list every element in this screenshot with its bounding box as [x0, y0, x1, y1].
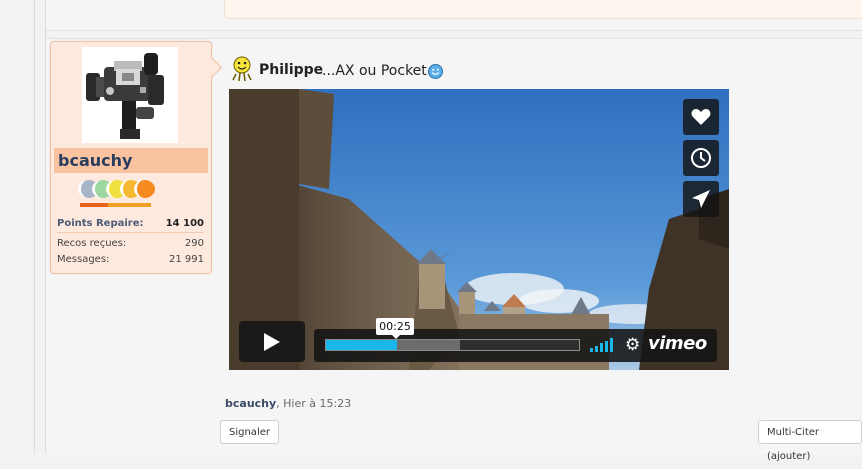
progress-bar[interactable]: [325, 339, 580, 351]
video-player[interactable]: ⚙ vimeo 00:25: [229, 89, 729, 370]
smile-emoji-icon: [428, 64, 443, 79]
previous-post-content: [224, 0, 862, 19]
stat-value: 14 100: [165, 218, 204, 229]
volume-bar: [590, 348, 593, 352]
rank-badge-icon: [134, 180, 155, 198]
gear-icon[interactable]: ⚙: [625, 336, 640, 354]
volume-bar: [595, 346, 598, 352]
stat-label: Points Repaire:: [57, 218, 144, 229]
share-button[interactable]: [683, 181, 719, 217]
like-button[interactable]: [683, 99, 719, 135]
volume-bar: [605, 341, 608, 352]
meta-author[interactable]: bcauchy: [225, 397, 276, 410]
post-author[interactable]: Philippe: [259, 62, 323, 78]
username[interactable]: bcauchy: [58, 151, 132, 170]
send-icon: [692, 190, 710, 208]
user-card: bcauchy Points Repaire: 14 100 Recos reç…: [50, 41, 212, 274]
stat-value: 290: [184, 238, 204, 249]
report-button[interactable]: Signaler: [220, 420, 279, 444]
volume-control[interactable]: [590, 338, 614, 352]
left-rail: [0, 0, 35, 454]
player-controls: ⚙ vimeo: [314, 329, 717, 362]
rank-bar: [108, 203, 123, 207]
username-bar: bcauchy: [54, 148, 208, 173]
multiquote-button[interactable]: Multi-Citer (ajouter): [758, 420, 862, 462]
vimeo-logo[interactable]: vimeo: [648, 333, 707, 354]
stat-points: Points Repaire: 14 100: [57, 218, 204, 229]
camera-avatar-image: [82, 47, 178, 143]
time-tooltip: 00:25: [376, 318, 414, 339]
avatar[interactable]: [82, 47, 178, 143]
stat-recos: Recos reçues: 290: [57, 238, 204, 249]
clock-icon: [691, 148, 711, 168]
stat-divider: [57, 232, 204, 233]
heart-icon: [691, 109, 711, 125]
stat-label: Recos reçues:: [57, 238, 127, 249]
dancing-smiley-icon: [230, 56, 254, 82]
stat-messages: Messages: 21 991: [57, 254, 204, 265]
post-date[interactable]: , Hier à 15:23: [276, 397, 351, 410]
rank-badges: [78, 180, 166, 210]
play-button[interactable]: [239, 321, 305, 362]
post-meta: bcauchy, Hier à 15:23: [225, 397, 351, 410]
volume-bar: [600, 343, 603, 352]
rank-bar: [94, 203, 109, 207]
rank-bar: [80, 203, 95, 207]
stat-value: 21 991: [169, 254, 204, 265]
volume-bar: [610, 338, 613, 352]
played-bar: [326, 340, 397, 350]
post-title: ...AX ou Pocket: [322, 63, 427, 79]
rank-bar: [122, 203, 137, 207]
play-icon: [264, 332, 280, 351]
stat-label: Messages:: [57, 254, 110, 265]
rank-bar: [136, 203, 151, 207]
watch-later-button[interactable]: [683, 140, 719, 176]
